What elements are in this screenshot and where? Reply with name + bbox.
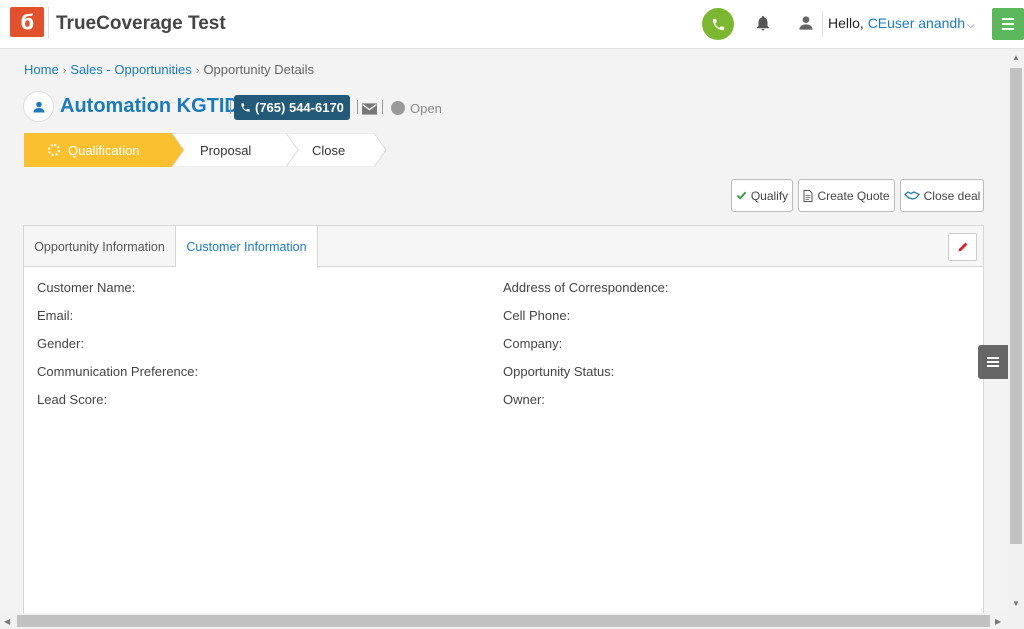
opportunity-avatar xyxy=(23,91,54,122)
title-separator xyxy=(357,100,358,114)
stage-label: Qualification xyxy=(68,142,140,158)
header-divider xyxy=(822,11,823,37)
stage-proposal[interactable]: Proposal xyxy=(172,133,298,167)
envelope-icon xyxy=(362,103,377,115)
field-gender: Gender: xyxy=(37,336,84,351)
chevron-right-icon: › xyxy=(62,65,67,77)
logo-divider xyxy=(48,7,49,39)
field-communication-preference: Communication Preference: xyxy=(37,364,199,379)
breadcrumb: Home › Sales - Opportunities › Opportunity D… xyxy=(24,62,314,77)
tab-opportunity-information[interactable]: Opportunity Information xyxy=(24,226,176,267)
horizontal-scroll-thumb[interactable] xyxy=(17,615,990,627)
call-button[interactable] xyxy=(702,8,734,40)
scroll-up-arrow-icon[interactable]: ▲ xyxy=(1012,53,1020,62)
hamburger-icon-line xyxy=(987,361,999,363)
field-address-of-correspondence: Address of Correspondence: xyxy=(503,280,669,295)
top-header: ϭ TrueCoverage Test Hello, CEuser anandh… xyxy=(0,0,1024,49)
field-opportunity-status: Opportunity Status: xyxy=(503,364,615,379)
field-email: Email: xyxy=(37,308,74,323)
details-panel: Opportunity Information Customer Informa… xyxy=(23,225,984,625)
phone-icon xyxy=(712,18,724,30)
title-separator xyxy=(382,100,383,114)
title-separator xyxy=(230,100,231,114)
phone-icon xyxy=(241,103,250,112)
status-indicator xyxy=(391,101,405,115)
greeting-text: Hello, xyxy=(828,15,864,31)
pencil-icon xyxy=(958,242,967,252)
email-button[interactable] xyxy=(362,102,377,120)
close-deal-button[interactable]: Close deal xyxy=(900,179,984,212)
user-name[interactable]: CEuser anandh xyxy=(868,15,965,31)
stage-qualification[interactable]: Qualification xyxy=(24,133,184,167)
field-company: Company: xyxy=(503,336,563,351)
user-icon xyxy=(799,16,813,30)
hamburger-icon-line xyxy=(987,365,999,367)
create-quote-label: Create Quote xyxy=(817,188,890,203)
user-avatar-button[interactable] xyxy=(798,14,816,32)
phone-number: (765) 544-6170 xyxy=(255,100,344,115)
page-title: Automation KGTID xyxy=(60,95,239,117)
scroll-right-arrow-icon[interactable]: ▶ xyxy=(995,617,1001,626)
scrollbar-corner xyxy=(1008,613,1024,629)
field-customer-name: Customer Name: xyxy=(37,280,136,295)
spinner-icon xyxy=(48,144,60,156)
field-lead-score: Lead Score: xyxy=(37,392,108,407)
edit-button[interactable] xyxy=(948,233,977,261)
scroll-down-arrow-icon[interactable]: ▼ xyxy=(1012,599,1020,608)
stage-label: Close xyxy=(312,142,346,158)
bell-icon xyxy=(757,15,769,31)
qualify-label: Qualify xyxy=(750,188,789,203)
side-menu-button[interactable] xyxy=(978,345,1008,379)
app-logo[interactable]: ϭ xyxy=(10,7,44,37)
breadcrumb-home[interactable]: Home xyxy=(24,62,59,77)
person-icon xyxy=(33,101,44,112)
chevron-right-icon: › xyxy=(195,65,200,77)
chevron-down-icon[interactable]: ⌵ xyxy=(967,20,975,31)
field-owner: Owner: xyxy=(503,392,545,407)
hamburger-icon-line xyxy=(987,357,999,359)
qualify-button[interactable]: Qualify xyxy=(731,179,793,212)
document-icon xyxy=(803,189,813,202)
stage-close[interactable]: Close xyxy=(286,133,386,167)
main-menu-button[interactable] xyxy=(992,8,1024,40)
breadcrumb-current: Opportunity Details xyxy=(203,62,314,77)
stage-label: Proposal xyxy=(200,142,252,158)
breadcrumb-sales-opportunities[interactable]: Sales - Opportunities xyxy=(70,62,191,77)
hamburger-icon-line xyxy=(1002,23,1014,25)
tab-bar: Opportunity Information Customer Informa… xyxy=(24,226,983,268)
phone-badge[interactable]: (765) 544-6170 xyxy=(234,95,350,120)
tab-customer-information[interactable]: Customer Information xyxy=(176,226,318,268)
notifications-button[interactable] xyxy=(754,14,772,34)
logo-glyph: ϭ xyxy=(19,10,35,34)
scroll-left-arrow-icon[interactable]: ◀ xyxy=(4,617,10,626)
create-quote-button[interactable]: Create Quote xyxy=(798,179,895,212)
field-cell-phone: Cell Phone: xyxy=(503,308,571,323)
handshake-icon xyxy=(903,191,920,200)
user-menu[interactable]: Hello, CEuser anandh ⌵ xyxy=(828,15,975,31)
hamburger-icon-line xyxy=(1002,28,1014,30)
vertical-scroll-thumb[interactable] xyxy=(1010,68,1022,544)
app-title: TrueCoverage Test xyxy=(56,13,226,34)
status-text: Open xyxy=(410,101,442,116)
close-deal-label: Close deal xyxy=(923,188,981,203)
check-icon xyxy=(736,191,747,200)
hamburger-icon-line xyxy=(1002,18,1014,20)
